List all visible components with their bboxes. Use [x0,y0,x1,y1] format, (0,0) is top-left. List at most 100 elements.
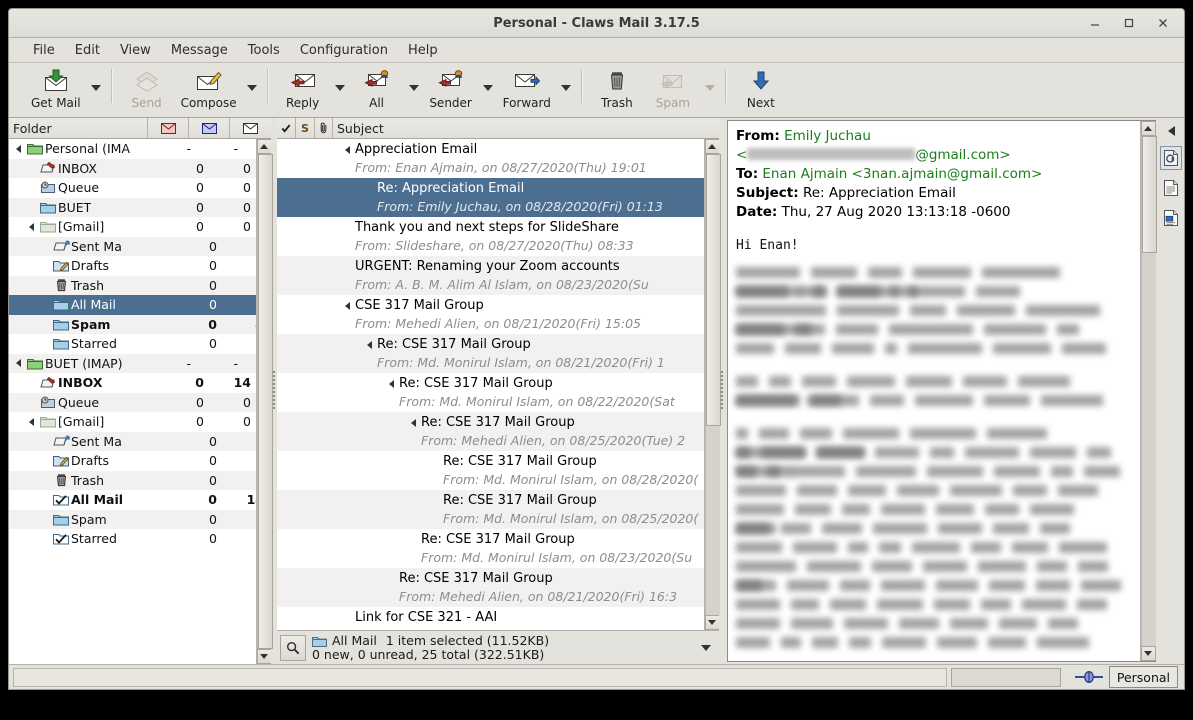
message-row[interactable]: URGENT: Renaming your Zoom accounts From:… [277,256,704,295]
mark-column-header[interactable] [277,118,296,138]
folder-row[interactable]: INBOX01438 [9,373,256,393]
folder-scroll-up-button[interactable] [256,139,272,154]
message-row[interactable]: Re: CSE 317 Mail Group From: Md. Monirul … [277,451,704,490]
unread-count-column-header[interactable] [189,118,230,138]
menu-configuration[interactable]: Configuration [290,41,398,60]
folder-row[interactable]: Trash000 [9,470,256,490]
status-dropdown-button[interactable] [696,644,716,651]
message-row[interactable]: Re: CSE 317 Mail Group From: Mehedi Alien… [277,412,704,451]
folder-row[interactable]: All Mail01445 [9,490,256,510]
view-scroll-up-button[interactable] [1140,121,1156,136]
folder-row[interactable]: Queue000 [9,178,256,198]
view-scroll-track[interactable] [1140,136,1157,646]
folder-row[interactable]: All Mail0025 [9,295,256,315]
message-list[interactable]: Appreciation Email From: Enan Ajmain, on … [277,139,704,630]
toolbar-reply-button[interactable]: Reply [275,65,331,110]
folder-row[interactable]: BUET (IMAP)--- [9,353,256,373]
from-value[interactable]: Emily Juchau [784,128,871,144]
text-part-icon[interactable] [1160,176,1182,200]
message-view-scrollbar[interactable] [1140,121,1157,661]
account-selector[interactable]: Personal [1108,666,1178,688]
folder-row[interactable]: [Gmail]000 [9,412,256,432]
message-row[interactable]: Re: CSE 317 Mail Group From: Md. Monirul … [277,490,704,529]
forward-dropdown[interactable] [557,65,575,111]
new-count-column-header[interactable] [148,118,189,138]
menu-edit[interactable]: Edit [65,41,110,60]
message-row[interactable]: Link for CSE 321 - AAI From: A. B. M. Ali… [277,607,704,631]
folder-row[interactable]: [Gmail]000 [9,217,256,237]
message-row[interactable]: CSE 317 Mail Group From: Mehedi Alien, on… [277,295,704,334]
folder-row[interactable]: Queue000 [9,392,256,412]
reply-all-dropdown[interactable] [405,65,423,111]
toolbar-get-mail-button[interactable]: Get Mail [25,65,87,110]
folder-scroll-down-button[interactable] [256,649,272,664]
subject-column-header[interactable]: Subject [333,118,719,138]
folder-tree[interactable]: Personal (IMA---INBOX0022Queue000BUET001… [9,139,256,664]
folder-row[interactable]: INBOX0022 [9,158,256,178]
toolbar-trash-button[interactable]: Trash [589,65,645,110]
folder-column-header[interactable]: Folder [9,118,148,138]
thread-expander-icon[interactable] [363,340,375,349]
folder-expander-icon[interactable] [11,359,25,368]
message-row[interactable]: Re: CSE 317 Mail Group From: Md. Monirul … [277,529,704,568]
toolbar-sender-button[interactable]: Sender [423,65,479,110]
message-scroll-thumb[interactable] [705,154,721,426]
folder-row[interactable]: Sent Ma007 [9,431,256,451]
reply-dropdown[interactable] [331,65,349,111]
folder-expander-icon[interactable] [11,144,25,153]
folder-row[interactable]: Spam044 [9,314,256,334]
toolbar-all-button[interactable]: All [349,65,405,110]
reply-sender-dropdown[interactable] [479,65,497,111]
folder-row[interactable]: Starred001 [9,529,256,549]
get-mail-dropdown[interactable] [87,65,105,111]
view-scroll-down-button[interactable] [1140,646,1156,661]
message-row[interactable]: Re: Appreciation Email From: Emily Juchau… [277,178,704,217]
message-row[interactable]: Thank you and next steps for SlideShare F… [277,217,704,256]
quick-search-button[interactable] [280,634,306,661]
message-row[interactable]: Re: CSE 317 Mail Group From: Md. Monirul … [277,373,704,412]
menu-tools[interactable]: Tools [238,41,290,60]
folder-row[interactable]: Drafts000 [9,451,256,471]
to-value[interactable]: Enan Ajmain <3nan.ajmain@gmail.com> [762,166,1042,182]
folder-row[interactable]: Trash0014 [9,275,256,295]
compose-dropdown[interactable] [243,65,261,111]
thread-expander-icon[interactable] [341,301,353,310]
folder-expander-icon[interactable] [24,222,38,231]
toolbar-next-button[interactable]: Next [733,65,789,110]
message-row[interactable]: Re: CSE 317 Mail Group From: Md. Monirul … [277,334,704,373]
total-count-column-header[interactable] [230,118,271,138]
attachment-column-header[interactable] [315,118,333,138]
message-scroll-down-button[interactable] [704,615,720,630]
online-toggle-icon[interactable] [1069,670,1109,684]
maximize-button[interactable] [1112,10,1146,36]
status-column-header[interactable]: S [296,118,315,138]
close-button[interactable] [1146,10,1180,36]
folder-row[interactable]: Spam000 [9,509,256,529]
folder-scroll-track[interactable] [256,154,273,649]
menu-view[interactable]: View [110,41,161,60]
folder-expander-icon[interactable] [24,417,38,426]
toolbar-forward-button[interactable]: Forward [497,65,557,110]
folder-row[interactable]: Sent Ma004 [9,236,256,256]
html-part-icon[interactable] [1160,206,1182,230]
folder-row[interactable]: Starred000 [9,334,256,354]
folder-scroll-thumb[interactable] [257,154,273,649]
from-address-domain[interactable]: @gmail.com> [915,147,1010,163]
folder-row[interactable]: Drafts000 [9,256,256,276]
thread-expander-icon[interactable] [407,418,419,427]
toolbar-compose-button[interactable]: Compose [175,65,243,110]
menu-message[interactable]: Message [161,41,238,60]
message-scroll-track[interactable] [704,154,721,615]
folder-row[interactable]: BUET0010 [9,197,256,217]
message-scroll-up-button[interactable] [704,139,720,154]
collapse-pane-icon[interactable] [1161,122,1181,140]
message-row[interactable]: Re: CSE 317 Mail Group From: Mehedi Alien… [277,568,704,607]
thread-expander-icon[interactable] [385,379,397,388]
folder-pane-scrollbar[interactable] [256,139,273,664]
view-scroll-thumb[interactable] [1141,136,1157,254]
folder-row[interactable]: Personal (IMA--- [9,139,256,159]
message-list-scrollbar[interactable] [704,139,721,630]
thread-expander-icon[interactable] [341,145,353,154]
menu-file[interactable]: File [23,41,65,60]
menu-help[interactable]: Help [398,41,448,60]
